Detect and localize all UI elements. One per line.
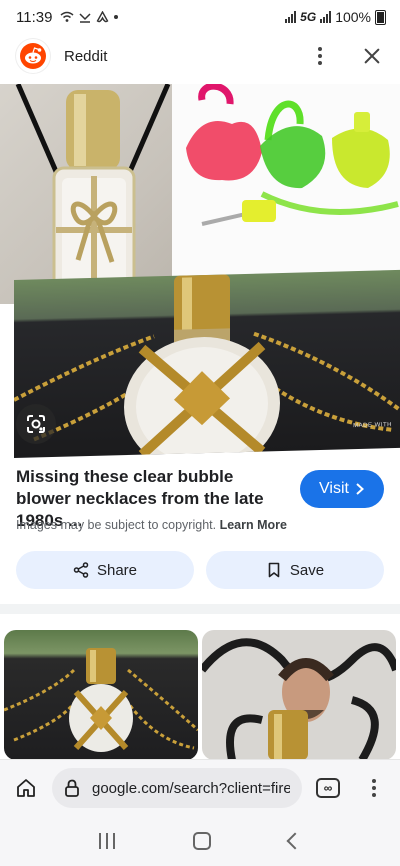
- browser-toolbar: google.com/search?client=firefox ∞: [0, 760, 400, 816]
- copyright-text: Images may be subject to copyright.: [16, 518, 217, 532]
- signal-icon-2: [320, 11, 332, 23]
- visit-label: Visit: [319, 480, 349, 497]
- bookmark-icon: [268, 562, 280, 578]
- action-row: Share Save: [16, 551, 384, 589]
- airbnb-icon: [97, 11, 109, 23]
- related-images-grid: [0, 630, 400, 760]
- home-icon[interactable]: [12, 774, 40, 802]
- section-divider: [0, 604, 400, 614]
- close-icon[interactable]: [360, 44, 384, 68]
- battery-icon: [375, 9, 386, 25]
- network-type: 5G: [300, 10, 317, 24]
- share-label: Share: [96, 561, 138, 579]
- notification-dot: [114, 15, 119, 19]
- chevron-right-icon: [356, 483, 364, 495]
- reddit-logo-icon: [16, 39, 50, 73]
- url-text: google.com/search?client=firefox: [92, 779, 290, 797]
- result-header: Reddit: [0, 34, 400, 78]
- wifi-call-icon: [60, 11, 74, 22]
- visit-button[interactable]: Visit: [300, 470, 384, 508]
- related-image-locket[interactable]: [4, 630, 198, 760]
- image-preview[interactable]: MADE WITH: [0, 84, 400, 458]
- related-image-person[interactable]: [202, 630, 396, 760]
- address-bar[interactable]: google.com/search?client=firefox: [52, 768, 302, 808]
- system-nav-bar: [0, 816, 400, 866]
- site-name[interactable]: Reddit: [64, 48, 107, 65]
- more-options-icon[interactable]: [310, 44, 330, 68]
- recents-icon[interactable]: [99, 833, 115, 849]
- learn-more-link[interactable]: Learn More: [220, 518, 287, 532]
- back-icon[interactable]: [286, 832, 304, 850]
- battery-percent: 100%: [335, 9, 371, 25]
- made-with-watermark: MADE WITH: [353, 422, 392, 430]
- lock-icon: [65, 779, 79, 797]
- status-time: 11:39: [16, 8, 53, 26]
- google-lens-icon[interactable]: [16, 404, 56, 444]
- missed-call-icon: [79, 13, 91, 23]
- locket-bow-image: [0, 84, 196, 304]
- notification-icons: [60, 11, 119, 23]
- share-icon: [73, 562, 89, 578]
- signal-icon: [285, 11, 297, 23]
- copyright-notice: Images may be subject to copyright. Lear…: [16, 518, 287, 532]
- save-button[interactable]: Save: [206, 551, 384, 589]
- share-button[interactable]: Share: [16, 551, 194, 589]
- system-status: 5G 100%: [285, 9, 386, 25]
- status-bar: 11:39 5G 100%: [0, 0, 400, 34]
- plastic-bottles-image: [172, 84, 400, 276]
- home-nav-icon[interactable]: [193, 832, 211, 850]
- save-label: Save: [289, 561, 325, 579]
- browser-menu-icon[interactable]: [364, 776, 384, 800]
- private-tabs-icon[interactable]: ∞: [316, 778, 340, 798]
- bubble-locket-necklace-image: MADE WITH: [14, 269, 400, 458]
